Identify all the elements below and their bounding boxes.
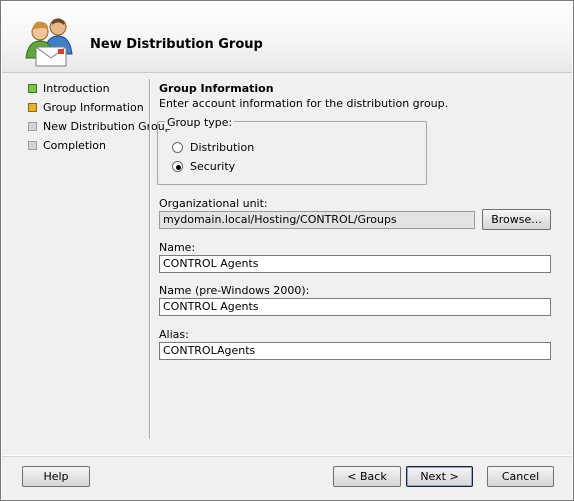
org-unit-field: mydomain.local/Hosting/CONTROL/Groups	[159, 211, 475, 229]
group-type-legend: Group type:	[165, 116, 235, 129]
step-pending-icon	[28, 122, 37, 131]
name-label: Name:	[159, 241, 196, 254]
users-mail-icon	[22, 14, 80, 68]
radio-unchecked-icon[interactable]	[172, 142, 183, 153]
radio-label: Security	[190, 160, 236, 173]
wizard-header: New Distribution Group	[2, 2, 572, 73]
panel-divider	[149, 79, 151, 439]
step-pending-icon	[28, 141, 37, 150]
browse-button[interactable]: Browse...	[482, 209, 551, 230]
wizard-title: New Distribution Group	[90, 37, 263, 52]
step-complete-icon	[28, 84, 37, 93]
wizard-window: New Distribution Group Introduction Grou…	[0, 0, 574, 501]
wizard-footer: Help < Back Next > Cancel	[2, 456, 572, 500]
name-field[interactable]: CONTROL Agents	[159, 255, 551, 273]
step-label: Group Information	[43, 101, 144, 114]
alias-label: Alias:	[159, 328, 189, 341]
radio-label: Distribution	[190, 141, 255, 154]
radio-distribution[interactable]: Distribution	[172, 141, 254, 154]
org-unit-label: Organizational unit:	[159, 197, 268, 210]
wizard-content: Introduction Group Information New Distr…	[2, 73, 572, 455]
radio-security[interactable]: Security	[172, 160, 235, 173]
step-label: Introduction	[43, 82, 110, 95]
next-button[interactable]: Next >	[406, 466, 473, 487]
name-pre2000-label: Name (pre-Windows 2000):	[159, 284, 310, 297]
help-button[interactable]: Help	[22, 466, 90, 487]
radio-checked-icon[interactable]	[172, 161, 183, 172]
name-pre2000-field[interactable]: CONTROL Agents	[159, 298, 551, 316]
step-label: Completion	[43, 139, 107, 152]
alias-field[interactable]: CONTROLAgents	[159, 342, 551, 360]
section-description: Enter account information for the distri…	[159, 97, 449, 110]
section-title: Group Information	[159, 82, 274, 95]
step-label: New Distribution Group	[43, 120, 172, 133]
back-button[interactable]: < Back	[333, 466, 401, 487]
cancel-button[interactable]: Cancel	[487, 466, 554, 487]
step-current-icon	[28, 103, 37, 112]
